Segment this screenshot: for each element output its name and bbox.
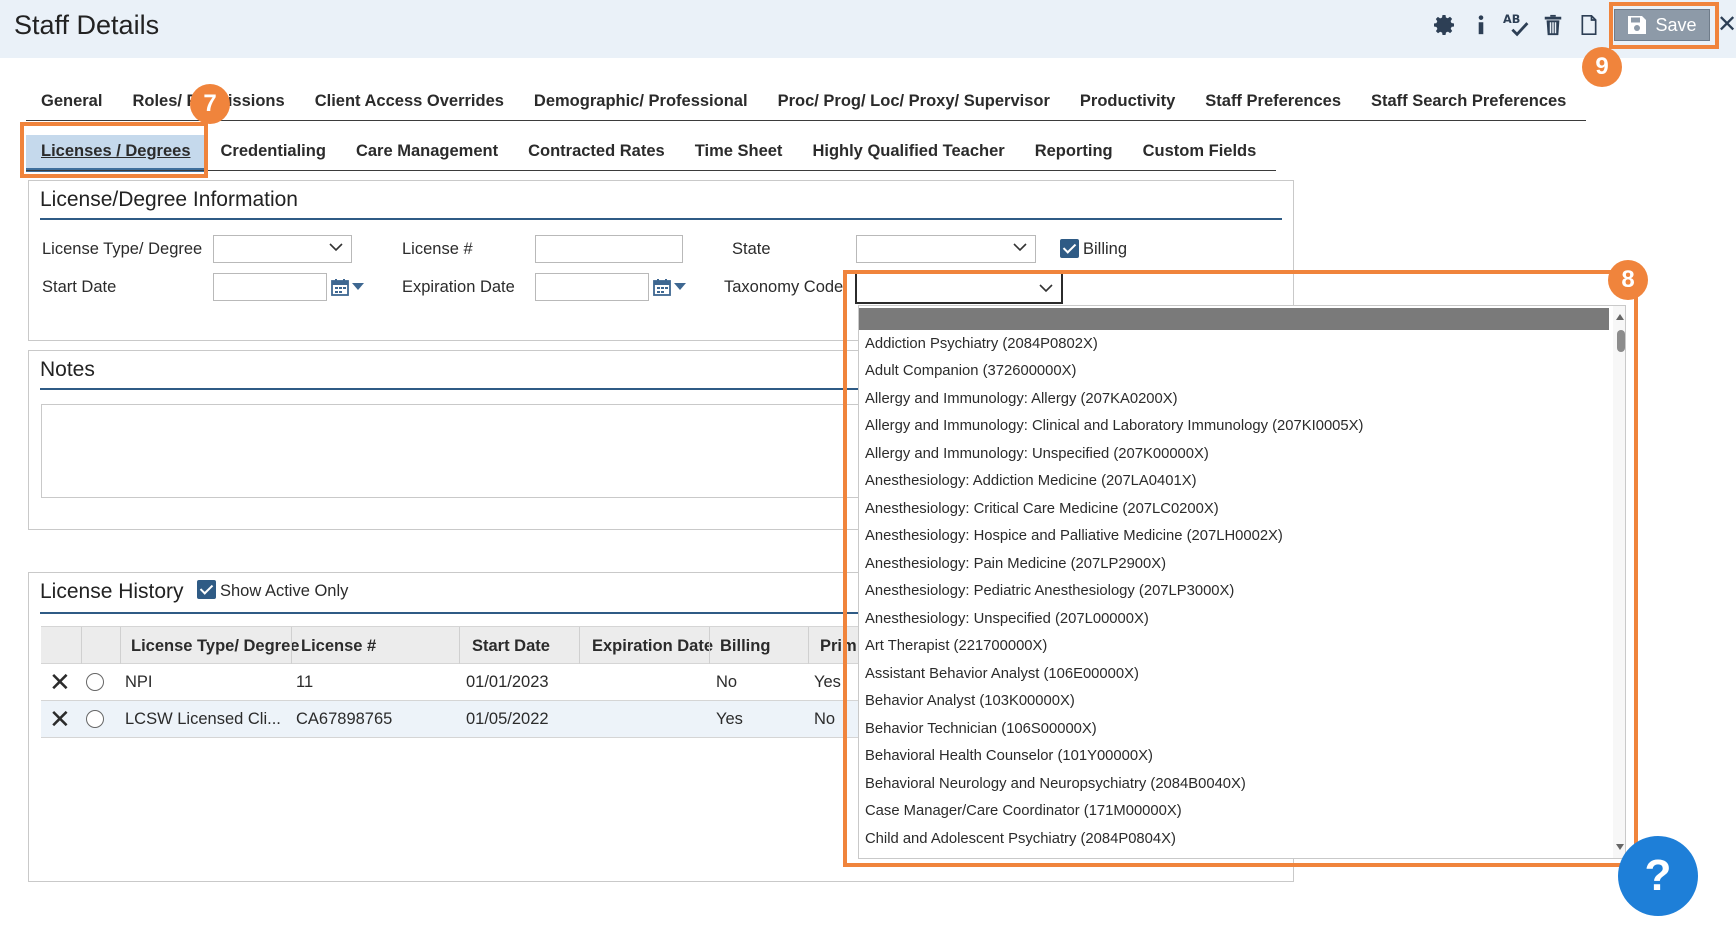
column-separator <box>808 627 809 665</box>
cell-license-number: 11 <box>296 673 314 691</box>
tab-productivity[interactable]: Productivity <box>1065 86 1190 116</box>
tab-row-2: Licenses / Degrees Credentialing Care Ma… <box>26 135 1271 172</box>
row-radio[interactable] <box>86 710 104 728</box>
column-separator <box>709 627 710 665</box>
tab-row-1-divider <box>26 120 1586 121</box>
expiration-date-input[interactable] <box>535 273 649 301</box>
header-bar: Staff Details AB Save ✕ <box>0 0 1736 58</box>
column-separator <box>120 627 121 665</box>
column-separator <box>291 627 292 665</box>
expiration-date-label: Expiration Date <box>402 278 515 296</box>
column-separator <box>579 627 580 665</box>
license-info-rule <box>40 218 1282 220</box>
new-document-icon[interactable] <box>1576 12 1602 38</box>
tab-staff-search-preferences[interactable]: Staff Search Preferences <box>1356 86 1581 116</box>
col-expiration-date[interactable]: Expiration Date <box>592 627 713 665</box>
cell-primary: Yes <box>814 673 841 691</box>
cell-license-number: CA67898765 <box>296 710 393 728</box>
cell-license-type: NPI <box>125 673 153 691</box>
license-type-select[interactable] <box>213 235 352 263</box>
delete-icon[interactable]: ✕ <box>49 706 71 732</box>
tab-reporting[interactable]: Reporting <box>1020 135 1128 165</box>
cell-billing: Yes <box>716 710 743 728</box>
col-start-date[interactable]: Start Date <box>472 627 550 665</box>
step-8-badge: 8 <box>1608 260 1648 300</box>
cell-start-date: 01/05/2022 <box>466 710 549 728</box>
page-title: Staff Details <box>14 10 160 40</box>
chevron-down-icon <box>329 243 343 252</box>
start-date-label: Start Date <box>42 278 117 296</box>
tab-demographic-professional[interactable]: Demographic/ Professional <box>519 86 763 116</box>
expiration-date-dropdown-icon[interactable] <box>674 283 686 290</box>
state-select[interactable] <box>856 235 1036 263</box>
cell-start-date: 01/01/2023 <box>466 673 549 691</box>
tab-custom-fields[interactable]: Custom Fields <box>1128 135 1272 165</box>
delete-icon[interactable]: ✕ <box>49 669 71 695</box>
tab-credentialing[interactable]: Credentialing <box>206 135 341 165</box>
trash-icon[interactable] <box>1540 12 1566 38</box>
tab-row-2-divider <box>26 170 1276 171</box>
tab-row-1: General Roles/ Permissions Client Access… <box>26 86 1581 116</box>
tab-staff-preferences[interactable]: Staff Preferences <box>1190 86 1356 116</box>
chevron-down-icon <box>1013 243 1027 252</box>
billing-label: Billing <box>1083 240 1128 258</box>
license-info-title: License/Degree Information <box>40 188 298 211</box>
taxonomy-highlight-box <box>843 270 1638 867</box>
tab-time-sheet[interactable]: Time Sheet <box>680 135 798 165</box>
cell-billing: No <box>716 673 738 691</box>
license-history-title: License History <box>40 580 184 603</box>
tab-general[interactable]: General <box>26 86 117 116</box>
billing-checkbox[interactable] <box>1060 239 1079 258</box>
tab-care-management[interactable]: Care Management <box>341 135 513 165</box>
tab-client-access-overrides[interactable]: Client Access Overrides <box>300 86 519 116</box>
step-7-badge: 7 <box>190 84 230 124</box>
calendar-icon[interactable] <box>331 278 349 296</box>
cell-license-type: LCSW Licensed Cli... <box>125 710 281 728</box>
row-radio[interactable] <box>86 673 104 691</box>
gear-icon[interactable] <box>1432 12 1458 38</box>
col-billing[interactable]: Billing <box>720 627 770 665</box>
calendar-icon[interactable] <box>653 278 671 296</box>
start-date-input[interactable] <box>213 273 327 301</box>
license-number-input[interactable] <box>535 235 683 263</box>
notes-title: Notes <box>40 358 95 381</box>
license-type-label: License Type/ Degree <box>42 240 203 258</box>
cell-primary: No <box>814 710 836 728</box>
save-highlight-box <box>1609 2 1719 49</box>
state-label: State <box>732 240 771 258</box>
col-license-type[interactable]: License Type/ Degree <box>131 627 299 665</box>
svg-text:AB: AB <box>1503 13 1520 26</box>
info-icon[interactable] <box>1468 12 1494 38</box>
spellcheck-icon[interactable]: AB <box>1502 12 1534 38</box>
license-number-label: License # <box>402 240 473 258</box>
col-license-number[interactable]: License # <box>301 627 376 665</box>
show-active-only-checkbox[interactable] <box>197 580 216 599</box>
tab-proc-prog-loc[interactable]: Proc/ Prog/ Loc/ Proxy/ Supervisor <box>763 86 1065 116</box>
show-active-only-label: Show Active Only <box>220 582 349 600</box>
column-separator <box>81 627 82 665</box>
tab-highly-qualified-teacher[interactable]: Highly Qualified Teacher <box>797 135 1019 165</box>
tab-contracted-rates[interactable]: Contracted Rates <box>513 135 680 165</box>
help-button[interactable]: ? <box>1618 836 1698 916</box>
start-date-dropdown-icon[interactable] <box>352 283 364 290</box>
step-9-badge: 9 <box>1582 47 1622 87</box>
taxonomy-code-label: Taxonomy Code <box>724 278 844 296</box>
close-icon[interactable]: ✕ <box>1717 10 1736 39</box>
tab-highlight-box <box>20 122 208 178</box>
column-separator <box>459 627 460 665</box>
